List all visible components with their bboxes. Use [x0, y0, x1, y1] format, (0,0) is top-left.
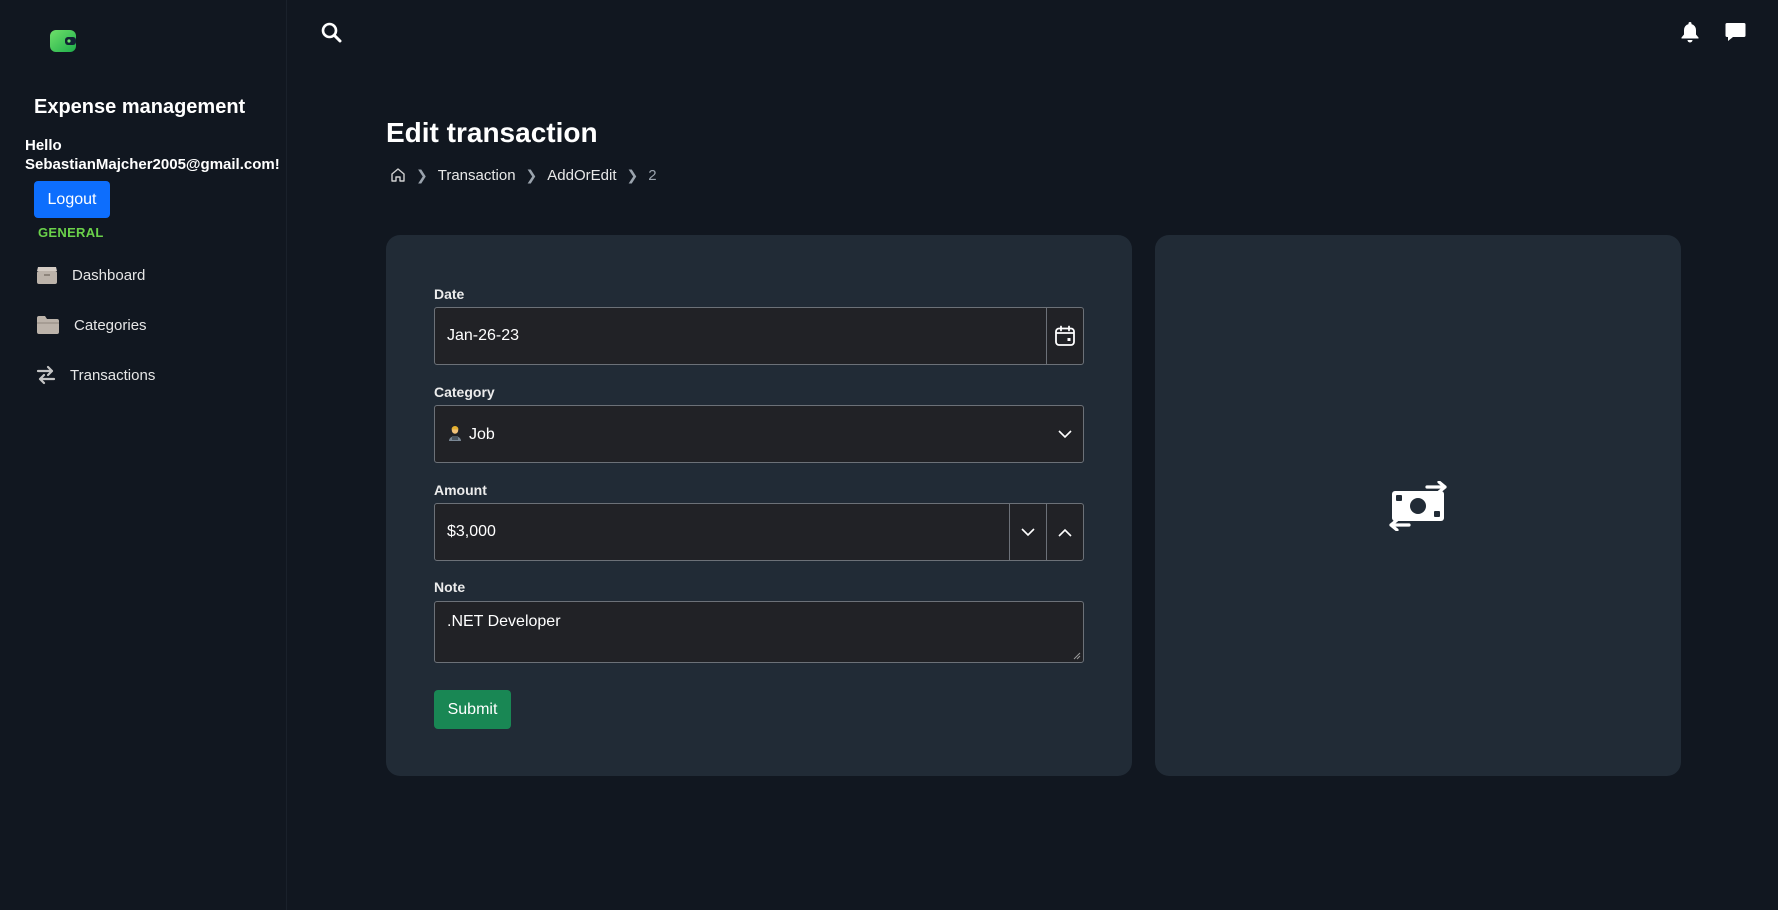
amount-input[interactable]: $3,000 — [435, 523, 1009, 541]
illustration-card — [1155, 235, 1681, 776]
breadcrumb-link-transaction[interactable]: Transaction — [438, 167, 516, 184]
category-label: Category — [434, 384, 495, 400]
chevron-right-icon: ❯ — [416, 166, 428, 183]
sidebar-item-categories[interactable]: Categories — [36, 310, 147, 340]
greeting-text: Hello SebastianMajcher2005@gmail.com! — [25, 137, 280, 173]
breadcrumb: ❯ Transaction ❯ AddOrEdit ❯ 2 — [390, 164, 657, 186]
date-input[interactable]: Jan-26-23 — [435, 327, 1046, 345]
category-value: Job — [435, 425, 1046, 444]
amount-field[interactable]: $3,000 — [434, 503, 1084, 561]
arrows-exchange-icon — [36, 365, 56, 385]
wallet-icon[interactable] — [50, 30, 76, 52]
app-title: Expense management — [34, 96, 246, 118]
sidebar-item-transactions[interactable]: Transactions — [36, 360, 155, 390]
note-label: Note — [434, 579, 466, 595]
sidebar: Expense management Hello SebastianMajche… — [0, 0, 287, 910]
amount-label: Amount — [434, 482, 487, 498]
chevron-down-icon — [1021, 527, 1035, 536]
sidebar-item-label: Categories — [74, 316, 147, 334]
sidebar-item-dashboard[interactable]: Dashboard — [36, 260, 145, 290]
date-field[interactable]: Jan-26-23 — [434, 307, 1084, 365]
bell-icon[interactable] — [1680, 21, 1700, 43]
transaction-form-card: Date Jan-26-23 Category Job Amount $3,00… — [386, 235, 1132, 776]
breadcrumb-link-addoredit[interactable]: AddOrEdit — [547, 167, 616, 184]
date-label: Date — [434, 286, 465, 302]
submit-button[interactable]: Submit — [434, 690, 511, 729]
page-title: Edit transaction — [386, 117, 598, 148]
amount-increment-button[interactable] — [1046, 504, 1083, 560]
logout-button[interactable]: Logout — [34, 181, 110, 218]
chat-icon[interactable] — [1725, 22, 1746, 42]
chevron-right-icon: ❯ — [525, 166, 538, 183]
home-icon[interactable] — [390, 167, 406, 183]
section-label-general: GENERAL — [38, 225, 104, 240]
search-icon[interactable] — [321, 22, 342, 43]
date-picker-button[interactable] — [1046, 308, 1083, 364]
breadcrumb-current: 2 — [648, 166, 657, 184]
worker-emoji-icon — [449, 425, 461, 441]
note-text[interactable]: .NET Developer — [435, 613, 561, 631]
category-select[interactable]: Job — [434, 405, 1084, 463]
money-transfer-icon — [1389, 480, 1447, 531]
chevron-right-icon: ❯ — [626, 166, 639, 183]
chevron-down-icon[interactable] — [1046, 429, 1083, 439]
category-text: Job — [469, 425, 495, 443]
box-icon — [37, 267, 57, 284]
greeting: Hello SebastianMajcher2005@gmail.com! — [25, 136, 290, 174]
note-textarea[interactable]: .NET Developer — [434, 601, 1084, 663]
resize-grip-icon[interactable] — [1073, 652, 1081, 660]
folder-icon — [37, 316, 59, 334]
sidebar-item-label: Dashboard — [72, 266, 146, 284]
calendar-icon — [1055, 325, 1075, 346]
amount-decrement-button[interactable] — [1009, 504, 1046, 560]
sidebar-item-label: Transactions — [70, 366, 156, 384]
chevron-up-icon — [1058, 528, 1072, 537]
